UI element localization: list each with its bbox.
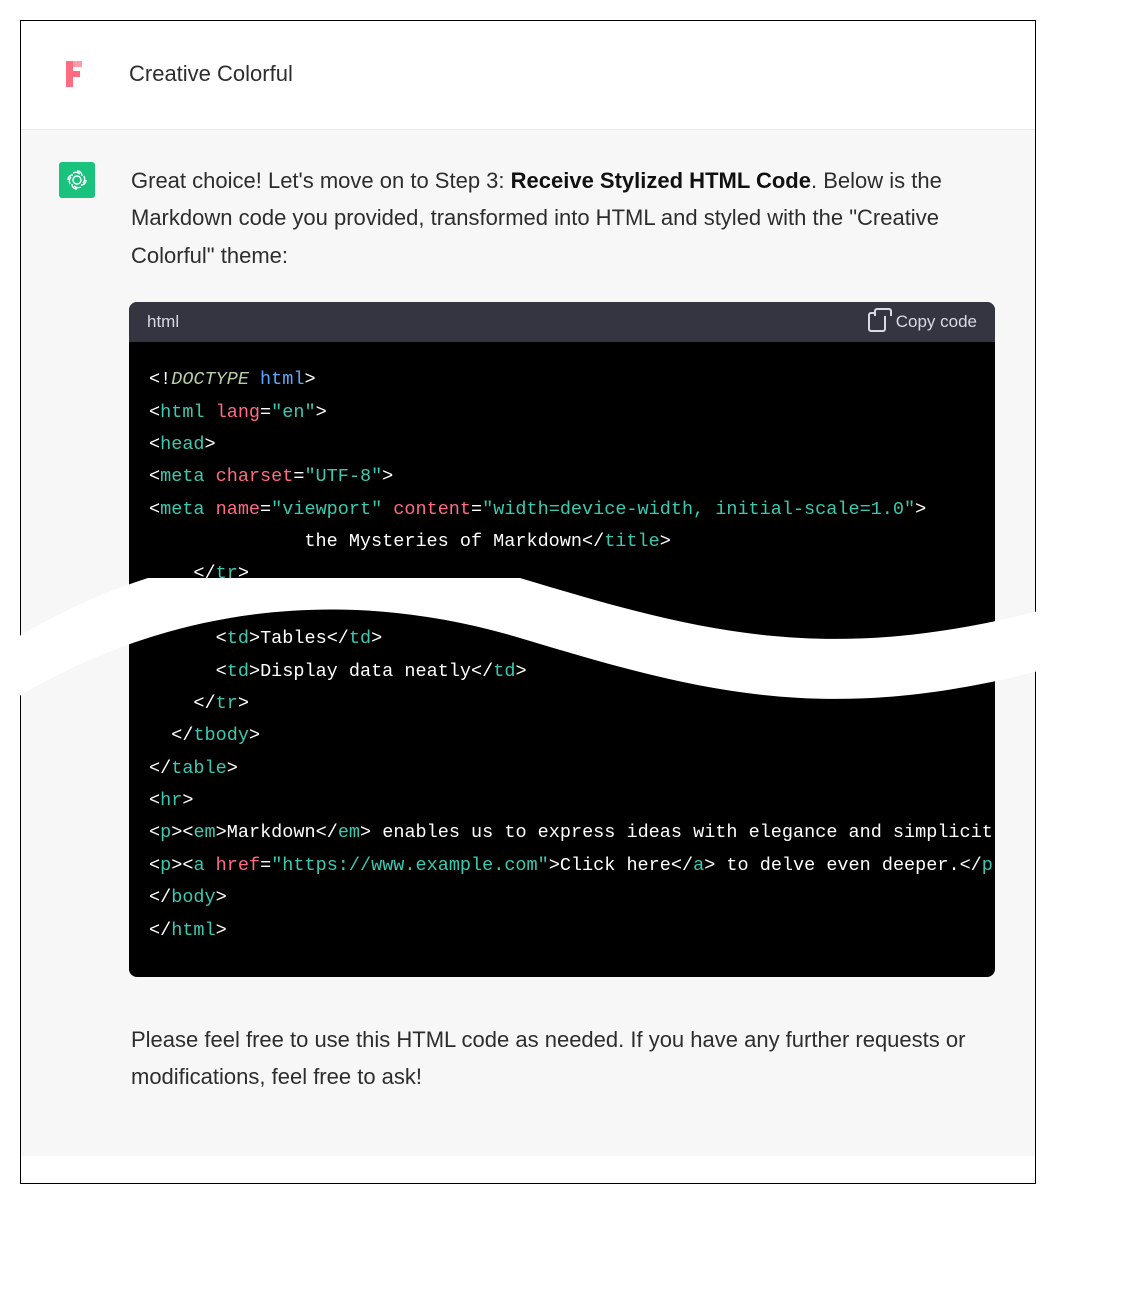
user-message-text: Creative Colorful xyxy=(129,61,293,87)
user-message-row: Creative Colorful xyxy=(21,21,1035,130)
user-avatar-icon xyxy=(59,59,89,89)
chat-container: Creative Colorful Great choice! Let's mo… xyxy=(20,20,1036,1184)
code-language-label: html xyxy=(147,312,179,332)
code-block: html Copy code <!DOCTYPE html> <html lan… xyxy=(129,302,995,977)
code-block-header: html Copy code xyxy=(129,302,995,342)
clipboard-icon xyxy=(868,312,886,332)
assistant-avatar-icon xyxy=(59,162,95,198)
assistant-message-body: Great choice! Let's move on to Step 3: R… xyxy=(131,162,995,1096)
assistant-outro-text: Please feel free to use this HTML code a… xyxy=(131,1021,995,1096)
assistant-intro-text: Great choice! Let's move on to Step 3: R… xyxy=(131,162,995,274)
copy-code-label: Copy code xyxy=(896,312,977,332)
intro-bold: Receive Stylized HTML Code xyxy=(511,168,811,193)
intro-pre: Great choice! Let's move on to Step 3: xyxy=(131,168,511,193)
assistant-message-row: Great choice! Let's move on to Step 3: R… xyxy=(21,130,1035,1156)
copy-code-button[interactable]: Copy code xyxy=(868,312,977,332)
code-body[interactable]: <!DOCTYPE html> <html lang="en"> <head> … xyxy=(129,342,995,977)
